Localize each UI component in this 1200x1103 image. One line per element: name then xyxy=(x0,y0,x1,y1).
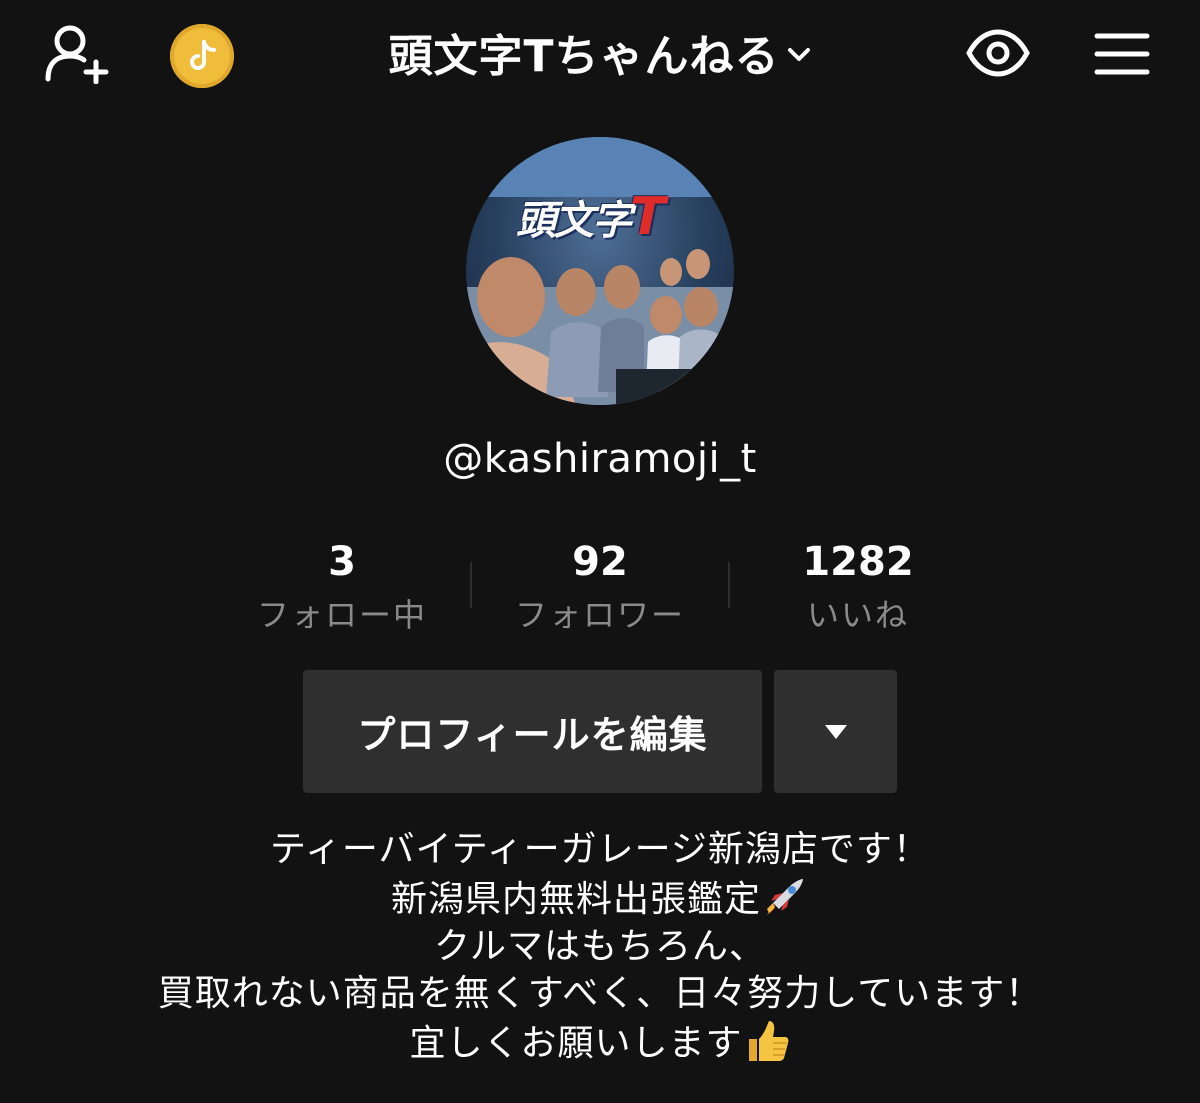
page-title: 頭文字Tちゃんねる xyxy=(388,31,780,82)
thumbs-up-icon xyxy=(748,1021,788,1061)
avatar[interactable]: 頭文字T xyxy=(466,137,734,405)
bio-line: 宜しくお願いします xyxy=(0,1017,1200,1067)
dropdown-button[interactable] xyxy=(774,670,897,793)
rocket-icon xyxy=(767,879,803,915)
triangle-down-icon xyxy=(824,724,847,739)
bio-line: 買取れない商品を無くすべく、日々努力しています！ xyxy=(157,973,1043,1014)
avatar-logo: 頭文字T xyxy=(516,187,666,247)
menu-icon[interactable] xyxy=(1094,32,1150,76)
chevron-down-icon xyxy=(787,48,810,61)
stat-followers[interactable]: 92 フォロワー xyxy=(480,538,720,636)
eye-icon[interactable] xyxy=(966,28,1030,78)
bio-line: ティーバイティーガレージ新潟店です！ xyxy=(270,829,930,870)
bio-line: クルマはもちろん、 xyxy=(434,926,766,967)
account-switcher[interactable]: 頭文字Tちゃんねる xyxy=(300,22,900,82)
stat-label: フォロー中 xyxy=(256,596,427,634)
bio-line: 新潟県内無料出張鑑定 xyxy=(0,873,1200,923)
edit-profile-button[interactable]: プロフィールを編集 xyxy=(303,670,762,793)
stat-value: 92 xyxy=(572,539,628,585)
stat-value: 3 xyxy=(328,539,356,585)
divider xyxy=(728,562,730,608)
divider xyxy=(470,562,472,608)
username: @kashiramoji_t xyxy=(443,436,757,482)
stat-likes[interactable]: 1282 いいね xyxy=(738,538,978,636)
stat-label: いいね xyxy=(806,596,909,634)
stat-label: フォロワー xyxy=(514,596,685,634)
coin-icon[interactable] xyxy=(170,24,234,88)
stat-value: 1282 xyxy=(802,539,914,585)
stat-following[interactable]: 3 フォロー中 xyxy=(222,538,462,636)
bio: ティーバイティーガレージ新潟店です！ 新潟県内無料出張鑑定 クルマはもちろん、 … xyxy=(0,826,1200,1067)
add-user-icon[interactable] xyxy=(44,24,112,85)
